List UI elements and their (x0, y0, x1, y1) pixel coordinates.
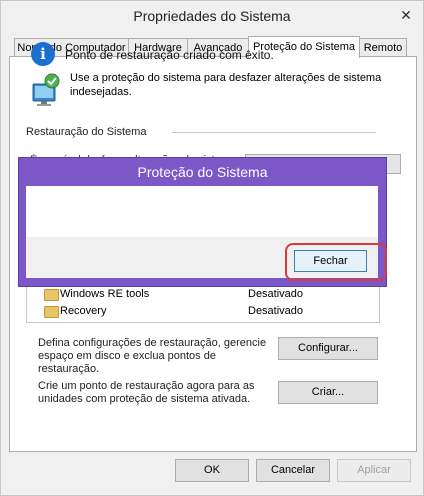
tab-remote[interactable]: Remoto (359, 38, 407, 57)
apply-button[interactable]: Aplicar (337, 459, 411, 482)
system-protection-icon (32, 73, 60, 106)
create-button[interactable]: Criar... (278, 381, 378, 404)
intro-text: Use a proteção do sistema para desfazer … (70, 72, 382, 98)
dialog-title: Proteção do Sistema (137, 164, 268, 180)
drives-table-border (26, 284, 380, 323)
create-description: Crie um ponto de restauração agora para … (38, 380, 255, 405)
section-divider (172, 132, 376, 133)
dialog-message-area (26, 186, 378, 237)
cancel-button[interactable]: Cancelar (256, 459, 330, 482)
section-label-restore: Restauração do Sistema (26, 126, 147, 138)
close-icon[interactable]: ✕ (394, 5, 418, 25)
window-title: Propriedades do Sistema (133, 8, 291, 24)
ok-button[interactable]: OK (175, 459, 249, 482)
configure-button[interactable]: Configurar... (278, 337, 378, 360)
dialog-message: Ponto de restauração criado com êxito. (65, 48, 274, 62)
title-bar: Propriedades do Sistema ✕ (1, 1, 423, 33)
dialog-close-button[interactable]: Fechar (294, 250, 367, 272)
info-icon: i (31, 42, 55, 66)
configure-description: Defina configurações de restauração, ger… (38, 337, 267, 375)
